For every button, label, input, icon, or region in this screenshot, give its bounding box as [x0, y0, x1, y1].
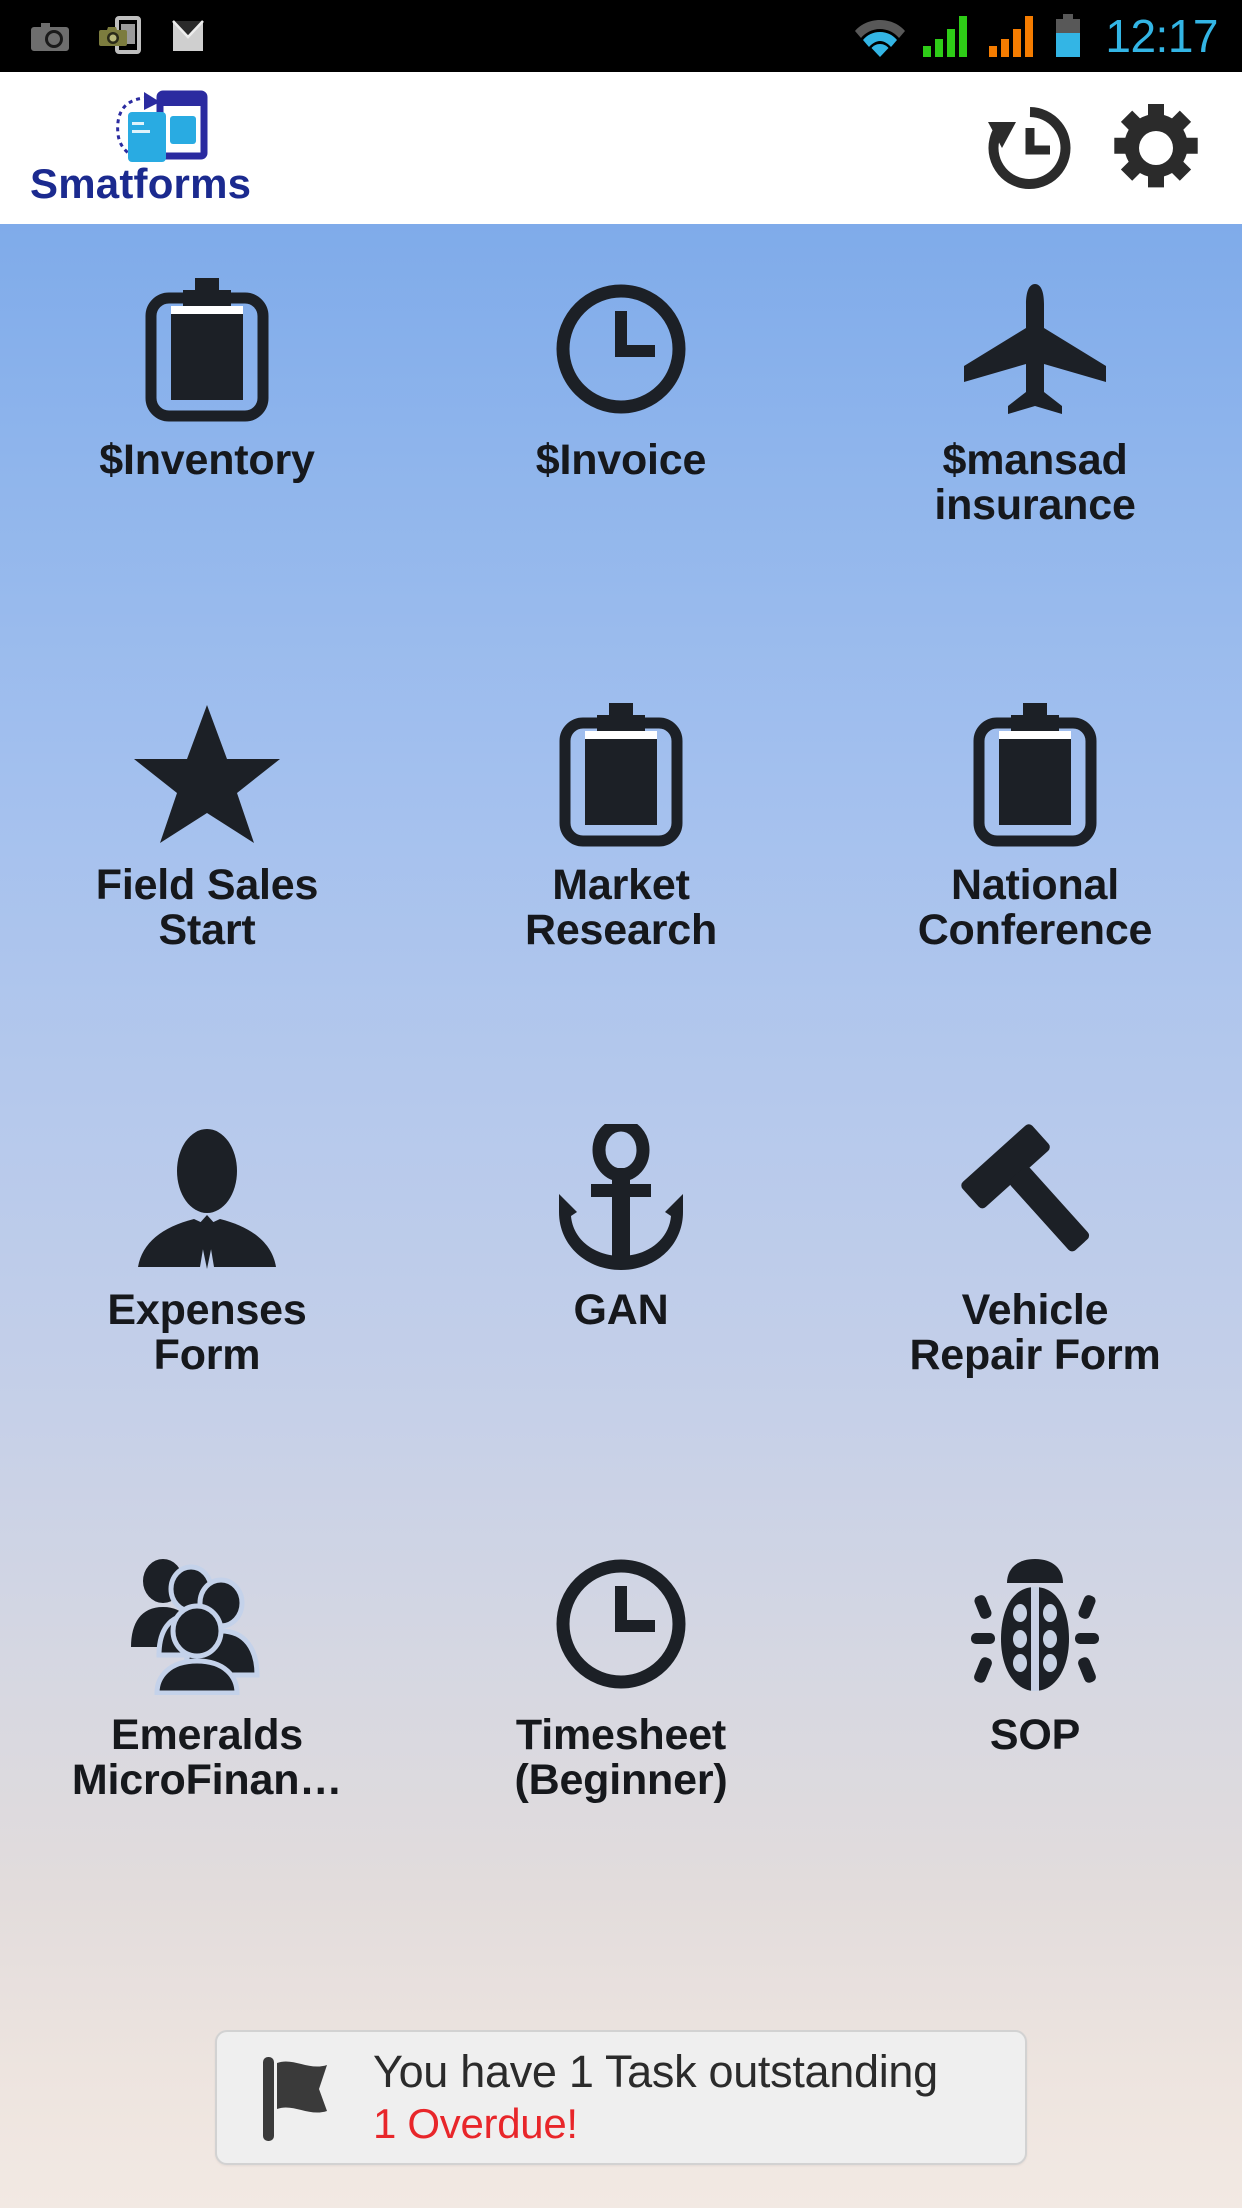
grid-tile-field-sales-start[interactable]: Field Sales Start [0, 649, 414, 1074]
tile-label: Expenses Form [107, 1286, 307, 1380]
brand-name: Smatforms [30, 160, 252, 207]
tile-label: SOP [989, 1711, 1081, 1759]
bug-icon [965, 1549, 1105, 1699]
signal-green-icon [923, 16, 968, 57]
grid-tile-invoice[interactable]: $Invoice [414, 224, 828, 649]
group-people-icon [127, 1549, 287, 1699]
status-bar: 12:17 [0, 0, 1242, 72]
clipboard-icon [557, 699, 685, 849]
tile-label: Field Sales Start [95, 861, 319, 955]
grid-tile-national-conference[interactable]: National Conference [828, 649, 1242, 1074]
tile-label: Emeralds MicroFinan… [71, 1711, 343, 1805]
clipboard-icon [143, 274, 271, 424]
tile-label: National Conference [917, 861, 1153, 955]
tile-label: $Invoice [535, 436, 707, 484]
grid-tile-vehicle-repair-form[interactable]: Vehicle Repair Form [828, 1074, 1242, 1499]
grid-tile-inventory[interactable]: $Inventory [0, 224, 414, 649]
smatforms-logo [116, 90, 208, 162]
grid-tile-expenses-form[interactable]: Expenses Form [0, 1074, 414, 1499]
history-icon[interactable] [982, 100, 1078, 196]
anchor-icon [553, 1124, 689, 1274]
tile-label: Timesheet (Beginner) [514, 1711, 728, 1805]
clock-icon [551, 274, 691, 424]
grid-tile-mansad-insurance[interactable]: $mansad insurance [828, 224, 1242, 649]
grid-tile-gan[interactable]: GAN [414, 1074, 828, 1499]
grid-tile-sop[interactable]: SOP [828, 1499, 1242, 1924]
grid-tile-timesheet-beginner[interactable]: Timesheet (Beginner) [414, 1499, 828, 1924]
task-texts: You have 1 Task outstanding 1 Overdue! [373, 2046, 938, 2148]
header-actions [982, 100, 1242, 196]
form-grid: $Inventory $Invoice $mansad insurance Fi… [0, 224, 1242, 1924]
person-suit-icon [132, 1124, 282, 1274]
tile-label: Market Research [524, 861, 718, 955]
status-bar-right-icons: 12:17 [853, 13, 1242, 59]
task-notification-card[interactable]: You have 1 Task outstanding 1 Overdue! [215, 2030, 1027, 2165]
brand: Smatforms [0, 72, 300, 224]
status-clock: 12:17 [1105, 10, 1218, 62]
gear-icon[interactable] [1108, 100, 1204, 196]
tile-label: $Inventory [99, 436, 315, 484]
tile-label: Vehicle Repair Form [909, 1286, 1161, 1380]
camera-icon [31, 23, 69, 51]
camera-phone-icon [99, 16, 141, 54]
phone-screen: 12:17 Smatforms $Inventory $Invoice $man… [0, 0, 1242, 2208]
gavel-icon [960, 1124, 1110, 1274]
flag-icon [263, 2056, 327, 2141]
grid-tile-market-research[interactable]: Market Research [414, 649, 828, 1074]
clock-icon [551, 1549, 691, 1699]
wifi-icon [855, 20, 906, 57]
tile-label: $mansad insurance [934, 436, 1136, 530]
grid-tile-emeralds-microfinance[interactable]: Emeralds MicroFinan… [0, 1499, 414, 1924]
star-icon [132, 699, 282, 849]
tile-label: GAN [573, 1286, 669, 1334]
app-header: Smatforms [0, 72, 1242, 224]
envelope-icon [172, 20, 204, 51]
status-bar-left-icons [0, 16, 208, 56]
task-message: You have 1 Task outstanding [373, 2046, 938, 2098]
signal-orange-icon [989, 16, 1034, 57]
clipboard-icon [971, 699, 1099, 849]
app-grid-area: $Inventory $Invoice $mansad insurance Fi… [0, 224, 1242, 2208]
battery-icon [1056, 14, 1081, 57]
task-overdue-count: 1 Overdue! [373, 2099, 578, 2147]
airplane-icon [960, 274, 1110, 424]
